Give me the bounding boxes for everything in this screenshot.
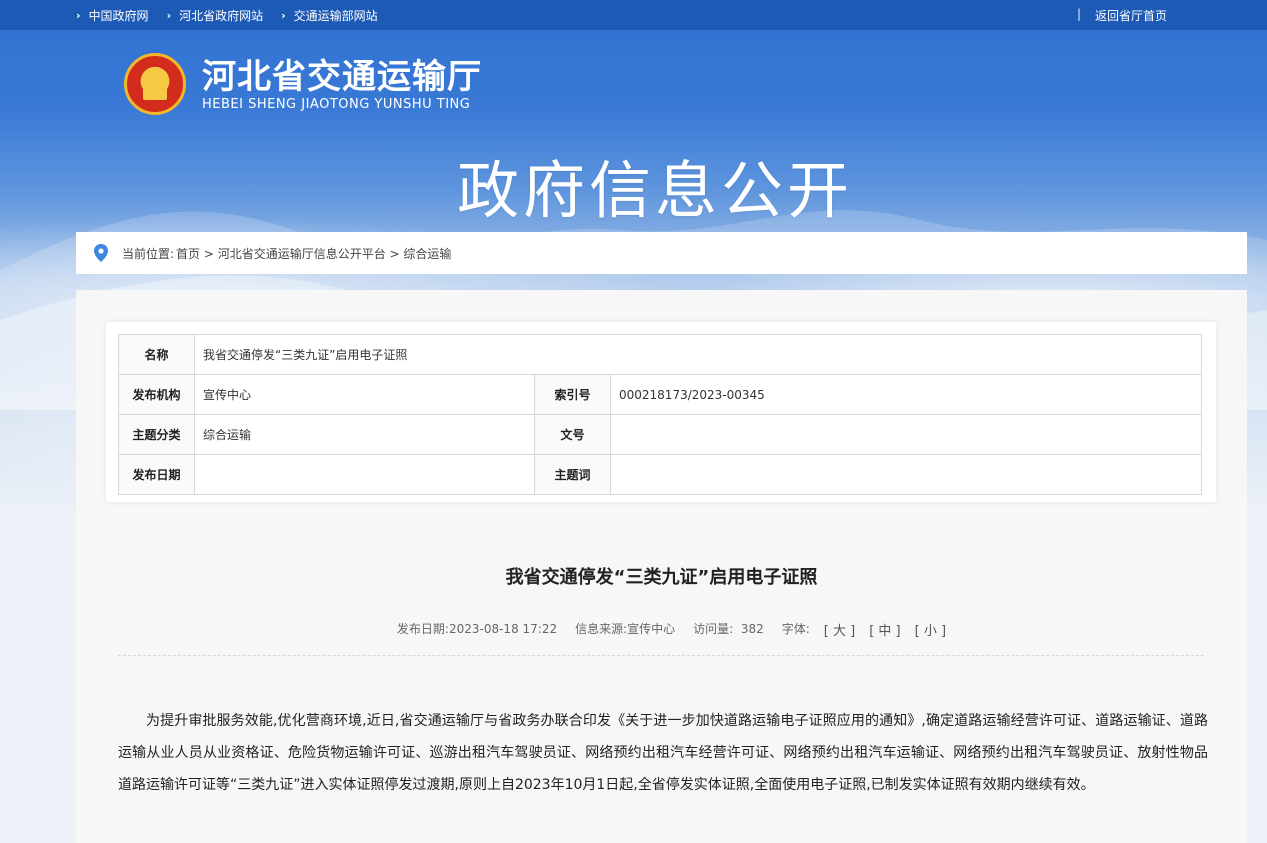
chevron-right-icon: ›: [166, 9, 172, 22]
site-name-cn: 河北省交通运输厅: [202, 56, 482, 97]
doc-no-value: [610, 414, 1202, 455]
font-size-label: 字体:: [781, 622, 810, 636]
index-label: 索引号: [534, 374, 611, 415]
article-title: 我省交通停发“三类九证”启用电子证照: [505, 567, 818, 588]
top-bar: › 中国政府网 › 河北省政府网站 › 交通运输部网站 | 返回省厅首页: [0, 0, 1267, 30]
view-count: 访问量: 382: [693, 620, 764, 639]
keywords-label: 主题词: [534, 454, 611, 495]
table-row: 发布机构 宣传中心 索引号 000218173/2023-00345: [118, 374, 1202, 415]
publisher-value: 宣传中心: [194, 374, 535, 415]
metadata-box: 名称 我省交通停发“三类九证”启用电子证照 发布机构 宣传中心 索引号 0002…: [106, 322, 1216, 502]
article-source: 信息来源:宣传中心: [575, 622, 676, 636]
table-row: 主题分类 综合运输 文号: [118, 414, 1202, 455]
breadcrumb: 当前位置: 首页 > 河北省交通运输厅信息公开平台 > 综合运输: [76, 232, 1247, 274]
breadcrumb-label: 当前位置:: [122, 246, 175, 261]
national-emblem-icon: [124, 53, 186, 115]
name-label: 名称: [118, 334, 195, 375]
date-value: [194, 454, 535, 495]
date-label: 发布日期: [118, 454, 195, 495]
publish-date: 发布日期:2023-08-18 17:22: [396, 622, 558, 636]
views-value: 382: [740, 622, 764, 636]
font-small-button[interactable]: [ 小 ]: [915, 620, 946, 639]
keywords-value: [610, 454, 1202, 495]
external-links: › 中国政府网 › 河北省政府网站 › 交通运输部网站: [76, 7, 378, 24]
chevron-right-icon: ›: [76, 9, 81, 22]
font-medium-button[interactable]: [ 中 ]: [869, 620, 900, 639]
name-value: 我省交通停发“三类九证”启用电子证照: [194, 334, 1202, 375]
link-label: 中国政府网: [88, 9, 149, 23]
table-row: 发布日期 主题词: [118, 454, 1202, 495]
home-link[interactable]: 返回省厅首页: [1095, 7, 1167, 24]
category-label: 主题分类: [118, 414, 195, 455]
article-body: 为提升审批服务效能,优化营商环境,近日,省交通运输厅与省政务办联合印发《关于进一…: [118, 713, 1208, 793]
article-meta: 发布日期:2023-08-18 17:22 信息来源:宣传中心 访问量: 382…: [76, 620, 1247, 639]
location-pin-icon: [94, 244, 108, 262]
separator: |: [1077, 7, 1082, 21]
metadata-table: 名称 我省交通停发“三类九证”启用电子证照 发布机构 宣传中心 索引号 0002…: [118, 334, 1202, 495]
font-size-controls: 字体: [ 大 ] [ 中 ] [ 小 ]: [782, 620, 946, 639]
link-hebei-gov[interactable]: › 河北省政府网站: [167, 7, 264, 24]
doc-no-label: 文号: [534, 414, 611, 455]
site-logo[interactable]: 河北省交通运输厅 HEBEI SHENG JIAOTONG YUNSHU TIN…: [124, 53, 482, 115]
site-name-en: HEBEI SHENG JIAOTONG YUNSHU TING: [202, 96, 471, 112]
logo-text: 河北省交通运输厅 HEBEI SHENG JIAOTONG YUNSHU TIN…: [202, 57, 482, 112]
table-row: 名称 我省交通停发“三类九证”启用电子证照: [118, 334, 1202, 375]
publisher-label: 发布机构: [118, 374, 195, 415]
topbar-right: | 返回省厅首页: [1077, 7, 1167, 24]
category-value: 综合运输: [194, 414, 535, 455]
font-large-button[interactable]: [ 大 ]: [824, 620, 855, 639]
index-value: 000218173/2023-00345: [610, 374, 1202, 415]
link-label: 河北省政府网站: [179, 9, 264, 23]
chevron-right-icon: ›: [281, 9, 286, 22]
link-mot[interactable]: › 交通运输部网站: [281, 7, 378, 24]
divider: [118, 655, 1204, 656]
breadcrumb-path[interactable]: 首页 > 河北省交通运输厅信息公开平台 > 综合运输: [176, 245, 451, 262]
link-label: 交通运输部网站: [293, 9, 378, 23]
content-panel: 名称 我省交通停发“三类九证”启用电子证照 发布机构 宣传中心 索引号 0002…: [76, 290, 1247, 843]
section-title: 政府信息公开: [456, 154, 853, 227]
views-label: 访问量:: [693, 622, 734, 636]
link-gov-cn[interactable]: › 中国政府网: [76, 7, 149, 24]
